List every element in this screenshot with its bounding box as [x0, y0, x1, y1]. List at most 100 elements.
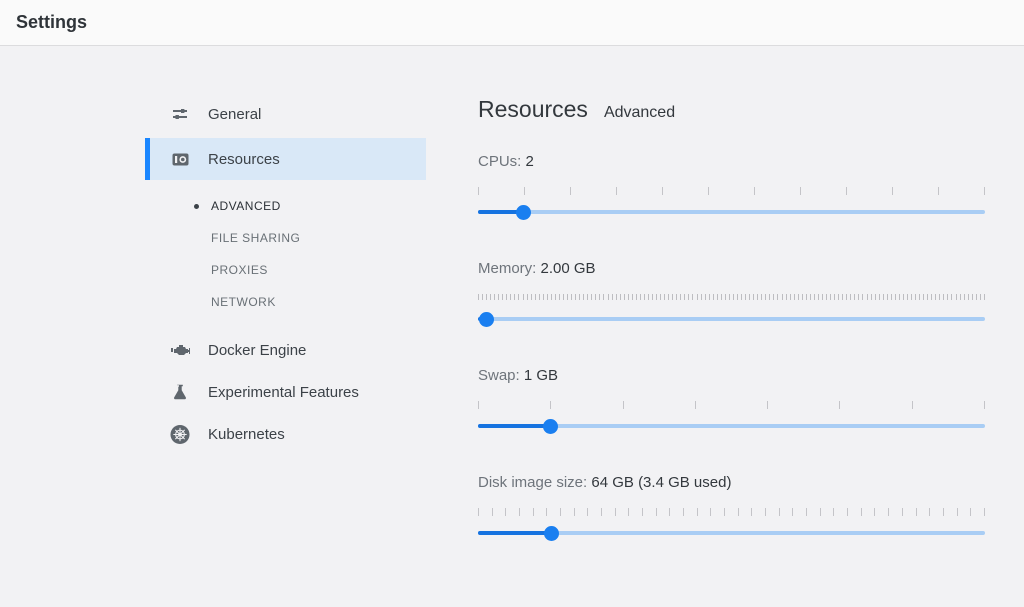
tick [927, 294, 928, 300]
sidebar-item-experimental-features[interactable]: Experimental Features [145, 374, 426, 410]
tick [970, 508, 971, 516]
tick [753, 294, 754, 300]
sidebar-item-general[interactable]: General [145, 96, 426, 132]
sidebar-subitem-label: PROXIES [211, 263, 268, 277]
tick [806, 294, 807, 300]
memory-slider-track[interactable] [478, 317, 985, 321]
tick [911, 294, 912, 300]
tick [777, 294, 778, 300]
tick [490, 294, 491, 300]
slider-label-memory: Memory: 2.00 GB [478, 260, 985, 277]
swap-label-text: Swap: [478, 367, 524, 384]
tick [867, 294, 868, 300]
cpus-slider-thumb[interactable] [516, 205, 531, 220]
memory-slider-thumb[interactable] [479, 312, 494, 327]
tick [623, 401, 624, 409]
tick [632, 294, 633, 300]
sidebar-subitem-proxies[interactable]: PROXIES [145, 254, 426, 286]
settings-titlebar: Settings [0, 0, 1024, 46]
tick [608, 294, 609, 300]
tick [968, 294, 969, 300]
tick [790, 294, 791, 300]
tick [612, 294, 613, 300]
sidebar-subitem-advanced[interactable]: ADVANCED [145, 190, 426, 222]
tick [749, 294, 750, 300]
tick [551, 294, 552, 300]
disk-slider-track[interactable] [478, 531, 985, 535]
tick [688, 294, 689, 300]
tick [847, 508, 848, 516]
tick [591, 294, 592, 300]
tick [957, 508, 958, 516]
tick [862, 294, 863, 300]
tick [779, 508, 780, 516]
sidebar-subitem-label: FILE SHARING [211, 231, 300, 245]
swap-slider-thumb[interactable] [543, 419, 558, 434]
disk-value: 64 GB (3.4 GB used) [591, 474, 731, 491]
slider-label-disk: Disk image size: 64 GB (3.4 GB used) [478, 474, 985, 491]
tick [846, 294, 847, 300]
tick [636, 294, 637, 300]
tick [697, 508, 698, 516]
tick [533, 508, 534, 516]
tick [765, 294, 766, 300]
tick [519, 508, 520, 516]
tick [923, 294, 924, 300]
tick [943, 508, 944, 516]
tick [587, 294, 588, 300]
sidebar-subitem-file-sharing[interactable]: FILE SHARING [145, 222, 426, 254]
tick [708, 187, 709, 195]
tick [960, 294, 961, 300]
tick [705, 294, 706, 300]
tick [683, 508, 684, 516]
tick [984, 187, 985, 195]
tick [729, 294, 730, 300]
tick [943, 294, 944, 300]
cpus-value: 2 [526, 153, 534, 170]
sidebar-item-resources[interactable]: Resources [145, 138, 426, 180]
tick [737, 294, 738, 300]
tick [697, 294, 698, 300]
tick [603, 294, 604, 300]
sidebar-sublist-resources: ADVANCED FILE SHARING PROXIES NETWORK [145, 190, 426, 318]
sidebar-item-kubernetes[interactable]: Kubernetes [145, 416, 426, 452]
tick [615, 508, 616, 516]
tick [555, 294, 556, 300]
disk-slider-fill [478, 531, 552, 535]
tick [486, 294, 487, 300]
tick [620, 294, 621, 300]
tick [887, 294, 888, 300]
tick [628, 294, 629, 300]
disk-slider-thumb[interactable] [544, 526, 559, 541]
sliders-icon [170, 104, 190, 124]
sidebar-item-label: Docker Engine [208, 342, 306, 359]
swap-slider-fill [478, 424, 551, 428]
tick [717, 294, 718, 300]
tick [660, 294, 661, 300]
tick [547, 294, 548, 300]
tick [757, 294, 758, 300]
tick [642, 508, 643, 516]
tick [692, 294, 693, 300]
cpus-tick-marks [478, 187, 985, 195]
sliders-container: CPUs: 2Memory: 2.00 GBSwap: 1 GBDisk ima… [478, 153, 985, 535]
tick [858, 294, 859, 300]
tick [871, 294, 872, 300]
tick [888, 508, 889, 516]
tick [648, 294, 649, 300]
tick [575, 294, 576, 300]
tick [514, 294, 515, 300]
tick [891, 294, 892, 300]
sidebar-item-docker-engine[interactable]: Docker Engine [145, 332, 426, 368]
memory-value: 2.00 GB [541, 260, 596, 277]
sidebar-subitem-network[interactable]: NETWORK [145, 286, 426, 318]
tick [802, 294, 803, 300]
tick [524, 187, 525, 195]
tick [684, 294, 685, 300]
kubernetes-icon [170, 424, 190, 444]
tick [929, 508, 930, 516]
memory-icon [170, 149, 190, 169]
cpus-slider-track[interactable] [478, 210, 985, 214]
swap-slider-track[interactable] [478, 424, 985, 428]
tick [579, 294, 580, 300]
